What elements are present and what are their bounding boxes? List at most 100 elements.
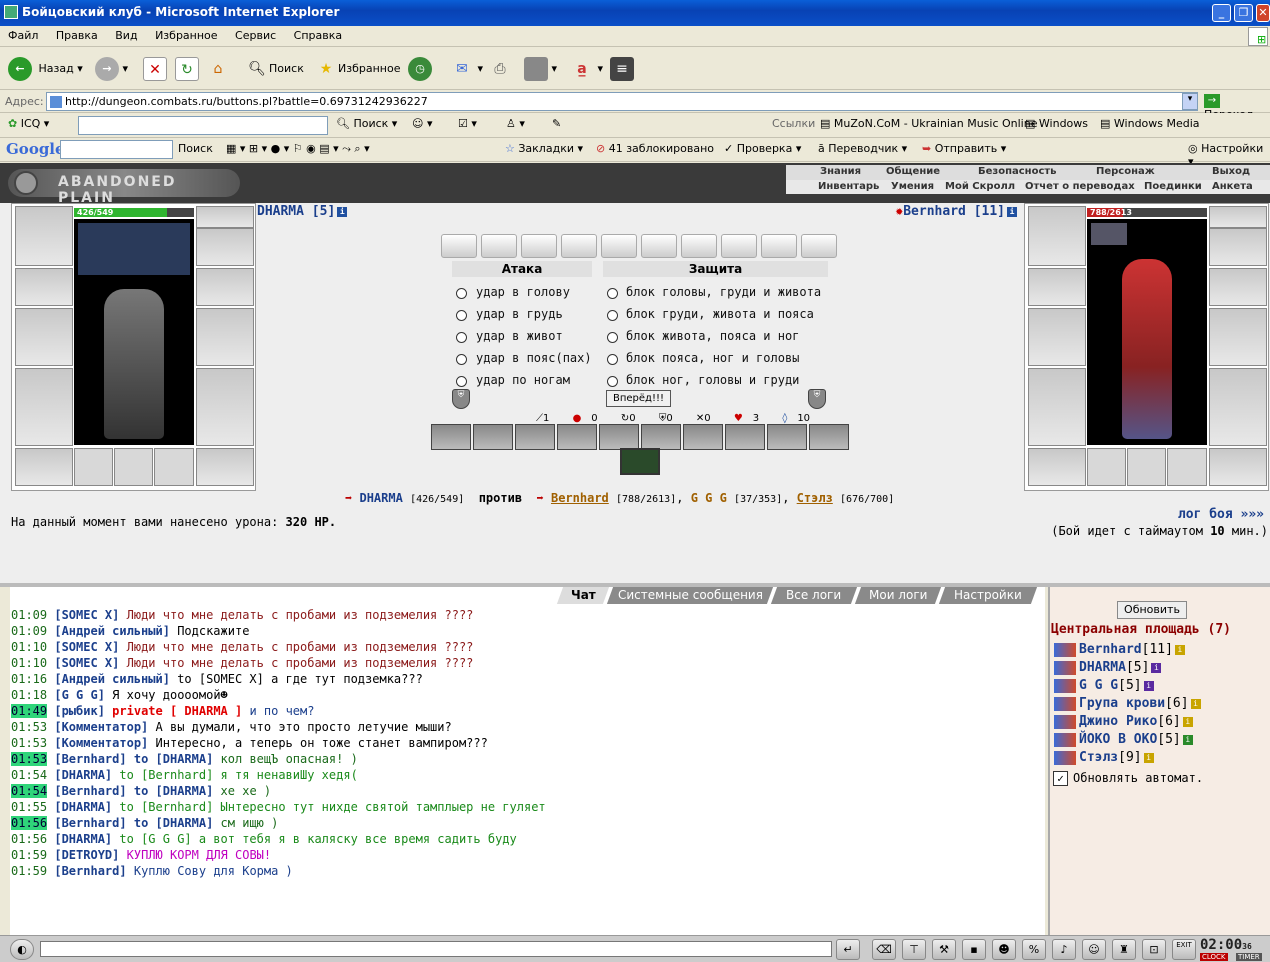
clock-label[interactable]: CLOCK bbox=[1200, 953, 1228, 961]
room-player-name[interactable]: Джино Рико bbox=[1079, 714, 1157, 729]
scroll-slot[interactable] bbox=[721, 234, 757, 258]
belt-slot[interactable] bbox=[1028, 448, 1086, 486]
skill-button[interactable] bbox=[557, 424, 597, 450]
boots-slot[interactable] bbox=[1209, 448, 1267, 486]
nav-character[interactable]: Персонаж bbox=[1096, 166, 1155, 177]
save-icon[interactable]: ▪ bbox=[962, 939, 986, 960]
info-icon[interactable]: i bbox=[1182, 716, 1193, 727]
earrings-slot[interactable] bbox=[1209, 206, 1267, 228]
stop-button[interactable]: ✕ bbox=[143, 54, 167, 84]
weapon-slot[interactable] bbox=[15, 308, 73, 366]
mail-button[interactable]: ✉ ▾ bbox=[450, 54, 483, 84]
attack-radio-1[interactable] bbox=[456, 310, 467, 321]
back-button[interactable]: ← Назад ▾ bbox=[8, 54, 83, 84]
room-player-name[interactable]: Bernhard bbox=[1079, 642, 1142, 657]
message-author[interactable]: [Bernhard] bbox=[54, 864, 126, 878]
attack-radio-0[interactable] bbox=[456, 288, 467, 299]
earrings-slot[interactable] bbox=[196, 206, 254, 228]
message-author[interactable]: [DHARMA] bbox=[54, 832, 112, 846]
skill-button[interactable] bbox=[725, 424, 765, 450]
room-player-name[interactable]: Стэлз bbox=[1079, 750, 1118, 765]
favorites-button[interactable]: ★ Избранное bbox=[314, 54, 401, 84]
research-button[interactable]: ≡ bbox=[610, 54, 634, 84]
checkbox[interactable]: ✓ bbox=[1053, 771, 1068, 786]
empty-slot[interactable] bbox=[1087, 448, 1126, 486]
exit-button[interactable]: EXIT bbox=[1172, 939, 1196, 960]
message-author[interactable]: [SOMEC X] bbox=[54, 608, 119, 622]
message-author[interactable]: [Андрей сильный] bbox=[54, 624, 170, 638]
nav-exit[interactable]: Выход bbox=[1212, 166, 1250, 177]
nav-profile[interactable]: Анкета bbox=[1212, 181, 1253, 192]
block-radio-0[interactable] bbox=[607, 288, 618, 299]
gloves-slot[interactable] bbox=[196, 268, 254, 306]
refresh-button[interactable]: Обновить bbox=[1117, 601, 1187, 619]
timer-label[interactable]: TIMER bbox=[1236, 953, 1262, 961]
scroll-slot[interactable] bbox=[801, 234, 837, 258]
vs-enemy-ggg[interactable]: G G G bbox=[691, 491, 727, 505]
shield-left-icon[interactable]: ⛨ bbox=[452, 389, 470, 409]
info-icon[interactable]: i bbox=[1143, 752, 1154, 763]
hammer-icon[interactable]: ⚒ bbox=[932, 939, 956, 960]
block-radio-4[interactable] bbox=[607, 376, 618, 387]
vs-enemy-stelz[interactable]: Стэлз bbox=[797, 491, 833, 505]
message-author[interactable]: [SOMEC X] bbox=[54, 640, 119, 654]
scroll-slot[interactable] bbox=[641, 234, 677, 258]
message-author[interactable]: [Андрей сильный] bbox=[54, 672, 170, 686]
translator-button[interactable]: ā Переводчик ▾ bbox=[818, 142, 907, 155]
icq-button[interactable]: ✿ ICQ ▾ bbox=[8, 117, 49, 130]
message-recipient[interactable]: to [DHARMA] bbox=[134, 784, 213, 798]
amulet-ring-slot[interactable] bbox=[1209, 228, 1267, 266]
skill-button[interactable] bbox=[767, 424, 807, 450]
empty-slot[interactable] bbox=[154, 448, 194, 486]
vs-enemy-bernhard[interactable]: Bernhard bbox=[551, 491, 609, 505]
google-search-button[interactable]: Поиск bbox=[178, 142, 213, 155]
link-muzon[interactable]: ▤ MuZoN.CoM - Ukrainian Music Online bbox=[820, 117, 1037, 130]
print-button[interactable]: ⎙ bbox=[488, 54, 512, 84]
icq-search-button[interactable]: 🔍︎ Поиск ▾ bbox=[336, 117, 397, 130]
nav-skills[interactable]: Умения bbox=[891, 181, 934, 192]
skill-button[interactable] bbox=[809, 424, 849, 450]
armor-slot[interactable] bbox=[1028, 368, 1086, 446]
message-author[interactable]: [рыбик] bbox=[54, 704, 105, 718]
history-button[interactable]: ◷ bbox=[408, 54, 432, 84]
info-icon[interactable]: i bbox=[337, 206, 348, 217]
scroll-slot[interactable] bbox=[441, 234, 477, 258]
google-tools-icon[interactable]: ▦ ▾ ⊞ ▾ ● ▾ ⚐ ◉ ▤ ▾ ⤳ ⌕ ▾ bbox=[226, 142, 370, 156]
info-icon[interactable]: i bbox=[1007, 206, 1017, 217]
info-icon[interactable]: i bbox=[1174, 644, 1185, 655]
nav-inventory[interactable]: Инвентарь bbox=[818, 181, 879, 192]
legs-slot[interactable] bbox=[196, 368, 254, 446]
nav-chat[interactable]: Общение bbox=[886, 166, 940, 177]
room-player-name[interactable]: G G G bbox=[1079, 678, 1118, 693]
shield-slot[interactable] bbox=[196, 308, 254, 366]
refresh-button[interactable]: ↻ bbox=[175, 54, 199, 84]
menu-tools[interactable]: Сервис bbox=[227, 26, 282, 42]
icq-user-button[interactable]: ♙ ▾ bbox=[506, 117, 525, 130]
forward-button[interactable]: → ▾ bbox=[95, 54, 128, 84]
bag-icon[interactable]: ♜ bbox=[1112, 939, 1136, 960]
scroll-slot[interactable] bbox=[561, 234, 597, 258]
tab-my-logs[interactable]: Мои логи bbox=[854, 587, 942, 604]
message-recipient[interactable]: to [DHARMA] bbox=[134, 816, 213, 830]
scroll-slot[interactable] bbox=[521, 234, 557, 258]
block-radio-1[interactable] bbox=[607, 310, 618, 321]
menu-favorites[interactable]: Избранное bbox=[147, 26, 223, 42]
minimize-button[interactable]: _ bbox=[1212, 4, 1231, 22]
enemy-name[interactable]: ✹Bernhard [11] i bbox=[895, 204, 1017, 219]
icq-smiley-button[interactable]: ☺ ▾ bbox=[412, 117, 433, 130]
eraser-icon[interactable]: ⌫ bbox=[872, 939, 896, 960]
bracers-slot[interactable] bbox=[1028, 268, 1086, 306]
edit-button[interactable]: ▾ bbox=[524, 54, 557, 84]
home-button[interactable]: ⌂ bbox=[206, 54, 230, 84]
close-button[interactable]: ✕ bbox=[1256, 4, 1270, 22]
scroll-slot[interactable] bbox=[681, 234, 717, 258]
message-author[interactable]: [DETROYD] bbox=[54, 848, 119, 862]
scroll-slot[interactable] bbox=[481, 234, 517, 258]
bracers-slot[interactable] bbox=[15, 268, 73, 306]
send-button[interactable]: ➥ Отправить ▾ bbox=[922, 142, 1006, 155]
room-player-name[interactable]: DHARMA bbox=[1079, 660, 1126, 675]
skill-button[interactable] bbox=[683, 424, 723, 450]
empty-slot[interactable] bbox=[114, 448, 153, 486]
scroll-slot[interactable] bbox=[761, 234, 797, 258]
maximize-button[interactable]: ❐ bbox=[1234, 4, 1253, 22]
